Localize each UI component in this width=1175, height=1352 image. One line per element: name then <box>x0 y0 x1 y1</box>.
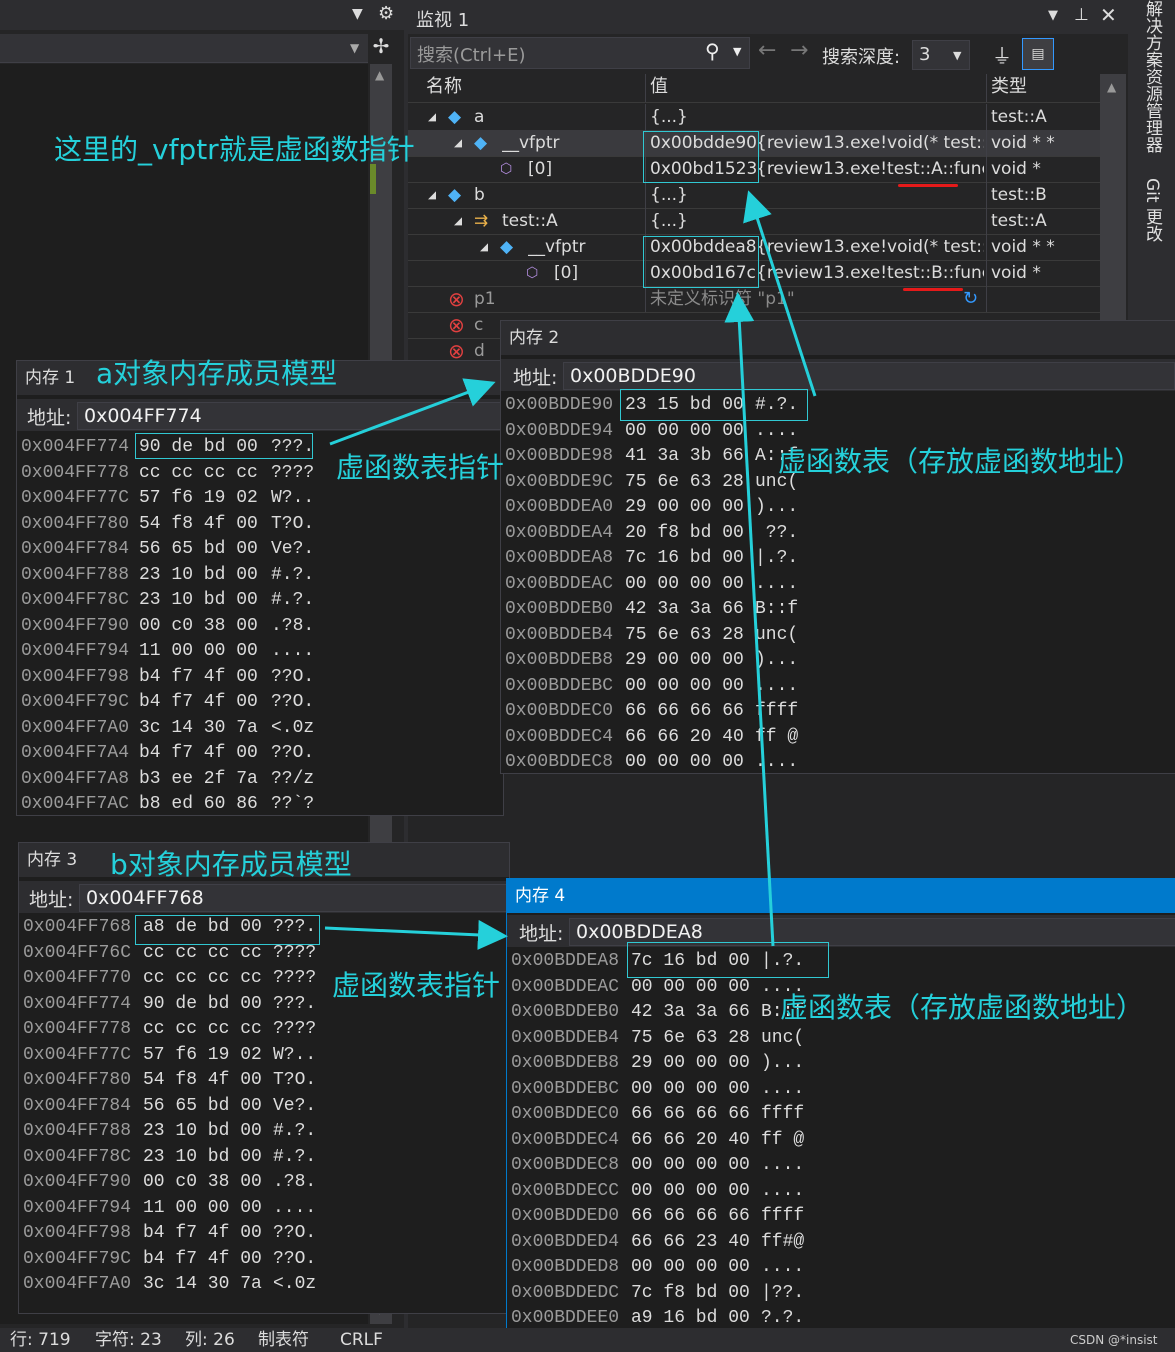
arrow-vtable-to-b-func <box>724 292 775 947</box>
status-line: 行: 719 <box>10 1330 71 1350</box>
arrow-vtable-to-a-func <box>743 190 817 397</box>
status-eol[interactable]: CRLF <box>340 1328 383 1352</box>
status-tab[interactable]: 制表符 <box>258 1328 309 1352</box>
annotation-arrows <box>324 190 817 950</box>
status-col: 列: 26 <box>185 1330 235 1350</box>
arrow-b-to-mem4 <box>324 919 508 950</box>
arrow-a-to-mem2 <box>329 378 496 446</box>
status-char: 字符: 23 <box>95 1330 162 1350</box>
status-bar: 行: 719 字符: 23 列: 26 制表符 CRLF CSDN @*insi… <box>0 1328 1175 1352</box>
watermark: CSDN @*insist <box>1070 1333 1158 1347</box>
